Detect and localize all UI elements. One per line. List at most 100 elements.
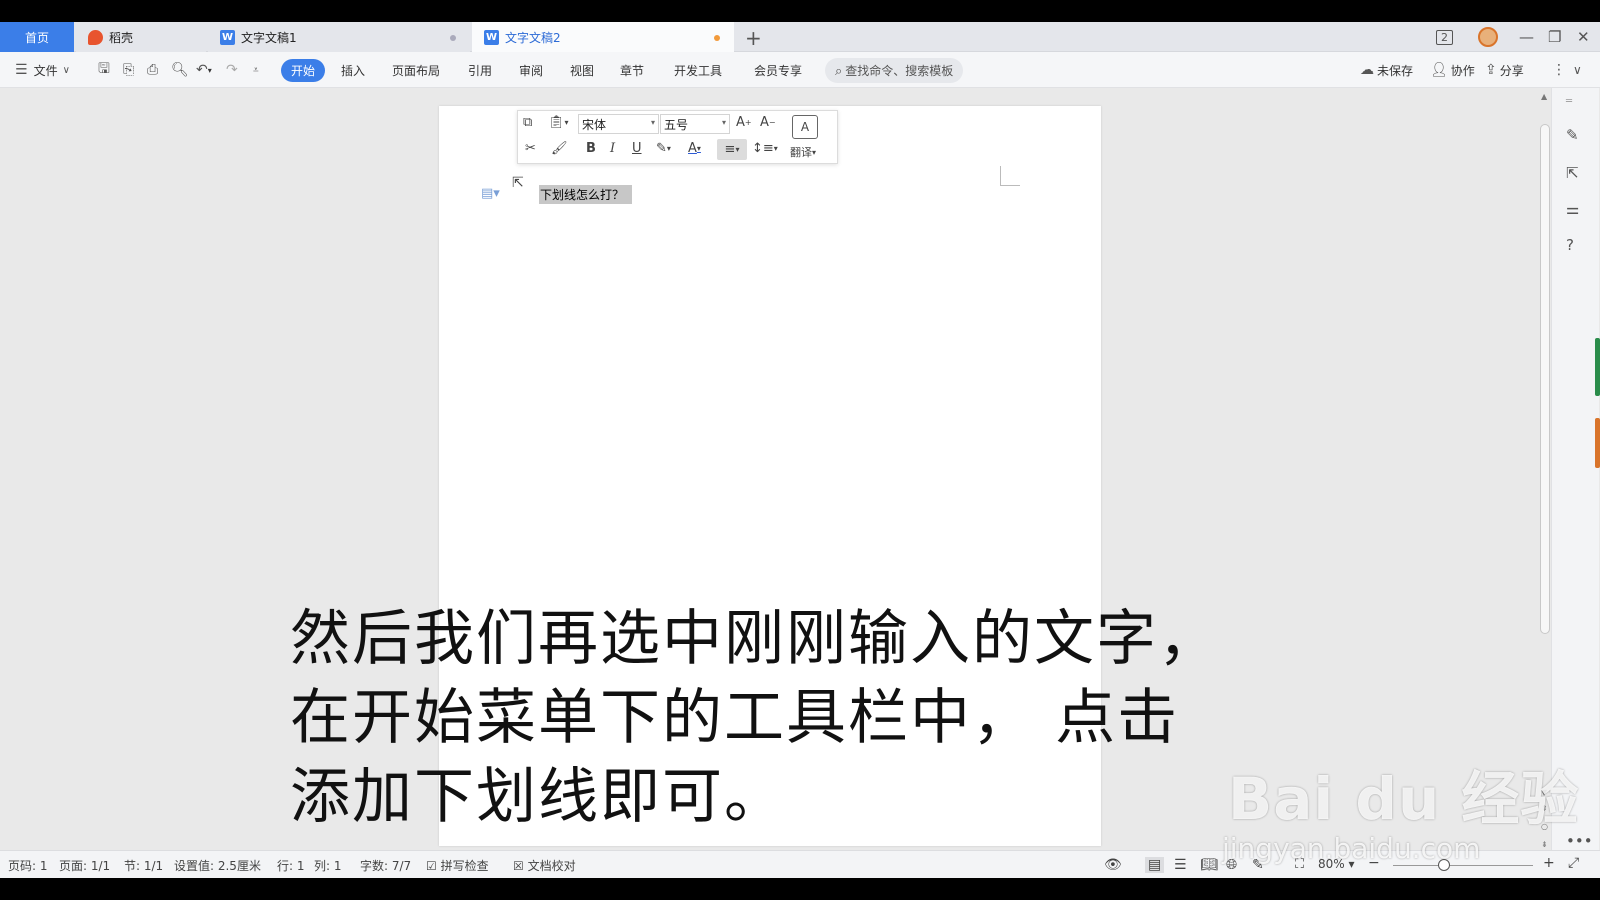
selected-text[interactable]: 下划线怎么打？ xyxy=(539,185,633,204)
status-col[interactable]: 列: 1 xyxy=(314,857,342,874)
status-setting[interactable]: 设置值: 2.5厘米 xyxy=(174,857,261,874)
command-search[interactable]: ⌕ 查找命令、搜索模板 xyxy=(825,52,964,88)
translate-label: 翻译 xyxy=(790,146,812,159)
floating-format-toolbar: ⧉ 📋︎ ▾ 宋体 ▾ 五号 ▾ A + A − A ✂ 🖌︎ B I U ✎ ▾ A ▾ ≡… xyxy=(517,110,838,164)
paste-icon[interactable]: 📋︎ ▾ xyxy=(548,115,569,130)
select-cursor-icon[interactable]: ⇱ xyxy=(1566,164,1579,182)
tab-insert[interactable]: 插入 xyxy=(341,52,365,88)
format-brush-icon[interactable]: 🖌︎ xyxy=(551,141,568,156)
close-icon[interactable]: ✕ xyxy=(1577,22,1590,52)
tutorial-caption: 然后我们再选中刚刚输入的文字， 在开始菜单下的工具栏中， 点击 添加下划线即可。 xyxy=(290,600,1270,837)
window-count: 2 xyxy=(1436,29,1453,45)
tab-doc2[interactable]: W 文字文稿2 xyxy=(472,22,734,52)
print-preview-icon[interactable]: 🔍︎ xyxy=(171,52,189,88)
tab-close-icon[interactable] xyxy=(450,35,456,41)
tab-view[interactable]: 视图 xyxy=(570,52,594,88)
translate-icon[interactable]: A xyxy=(792,115,818,139)
customize-icon[interactable]: ⩡ xyxy=(253,52,259,88)
bold-icon[interactable]: B xyxy=(586,141,596,156)
tab-member-label: 会员专享 xyxy=(754,63,803,78)
font-size-select[interactable]: 五号 ▾ xyxy=(660,114,730,134)
font-family-select[interactable]: 宋体 ▾ xyxy=(578,114,659,134)
scroll-thumb[interactable] xyxy=(1540,124,1550,634)
format-painter-icon[interactable]: ⎘ xyxy=(123,52,134,88)
share-label: 分享 xyxy=(1499,63,1524,78)
side-indicator-orange xyxy=(1595,418,1600,468)
copy-icon[interactable]: ⧉ xyxy=(523,115,532,130)
reading-view-icon[interactable]: 📖︎ xyxy=(1200,857,1218,873)
tab-home[interactable]: 首页 xyxy=(0,22,74,52)
italic-icon[interactable]: I xyxy=(610,141,615,156)
minimize-icon[interactable]: — xyxy=(1519,22,1534,52)
status-words[interactable]: 字数: 7/7 xyxy=(360,857,411,874)
caption-line-3: 添加下划线即可。 xyxy=(290,762,786,832)
status-section[interactable]: 节: 1/1 xyxy=(124,857,163,874)
wps-writer-icon: W xyxy=(484,29,499,45)
collab-label: 协作 xyxy=(1450,63,1475,78)
avatar[interactable] xyxy=(1478,22,1498,52)
outline-view-icon[interactable]: ☰ xyxy=(1174,857,1187,873)
restore-icon[interactable]: ❐ xyxy=(1548,22,1561,52)
unsaved-label: 未保存 xyxy=(1377,63,1414,78)
underline-icon[interactable]: U xyxy=(632,141,642,156)
search-icon: ⌕ xyxy=(835,63,843,79)
collab-button[interactable]: 👤︎ 协作 xyxy=(1430,52,1475,88)
more-icon[interactable]: ⋮ xyxy=(1552,52,1566,88)
spell-check-button[interactable]: ☑ 拼写检查 xyxy=(426,857,489,874)
tab-review-label: 审阅 xyxy=(519,63,544,78)
redo-icon[interactable]: ↷ xyxy=(226,52,238,88)
tab-reference-label: 引用 xyxy=(468,63,493,78)
tab-review[interactable]: 审阅 xyxy=(519,52,543,88)
line-spacing-icon[interactable]: ↕≡ ▾ xyxy=(752,141,778,156)
tab-chapter[interactable]: 章节 xyxy=(620,52,644,88)
help-icon[interactable]: ? xyxy=(1566,236,1574,254)
tab-doc2-label: 文字文稿2 xyxy=(505,30,561,45)
proof-icon: ☒ xyxy=(513,859,524,873)
side-indicator-green xyxy=(1595,338,1600,396)
status-page-no[interactable]: 页码: 1 xyxy=(8,857,48,874)
font-family-value: 宋体 xyxy=(582,117,607,132)
status-pages[interactable]: 页面: 1/1 xyxy=(59,857,110,874)
highlight-icon[interactable]: ✎ ▾ xyxy=(656,141,671,156)
file-menu[interactable]: ☰ 文件 ∨ xyxy=(15,52,70,88)
status-row[interactable]: 行: 1 xyxy=(277,857,305,874)
paragraph-layout-icon[interactable]: ▤▾ xyxy=(481,186,500,201)
align-icon[interactable]: ≡ ▾ xyxy=(717,139,747,160)
tab-view-label: 视图 xyxy=(570,63,595,78)
tab-layout[interactable]: 页面布局 xyxy=(392,52,440,88)
translate-button[interactable]: 翻译 ▾ xyxy=(790,144,816,160)
tab-start[interactable]: 开始 xyxy=(281,52,326,88)
window-switch-button[interactable]: 2 xyxy=(1436,22,1453,52)
drag-handle-icon[interactable]: ═ xyxy=(1566,96,1572,107)
cut-icon[interactable]: ✂ xyxy=(525,141,536,156)
unsaved-button[interactable]: ☁ 未保存 xyxy=(1360,52,1413,88)
tab-devtools-label: 开发工具 xyxy=(674,63,723,78)
user-icon: 👤︎ xyxy=(1430,62,1448,78)
eye-protection-icon[interactable]: 👁︎ xyxy=(1104,857,1122,873)
adjust-sliders-icon[interactable]: ⚌ xyxy=(1566,200,1579,218)
tab-daoke[interactable]: 稻壳 xyxy=(76,22,206,52)
scroll-up-icon[interactable]: ▲ xyxy=(1541,92,1547,101)
zoom-slider[interactable] xyxy=(1393,865,1533,866)
wps-window: 首页 稻壳 W 文字文稿1 W 文字文稿2 + 2 — ❐ ✕ ☰ 文件 ∨ 🖫… xyxy=(0,22,1600,878)
tab-devtools[interactable]: 开发工具 xyxy=(674,52,722,88)
tab-reference[interactable]: 引用 xyxy=(468,52,492,88)
share-button[interactable]: ⇪ 分享 xyxy=(1485,52,1524,88)
new-tab-button[interactable]: + xyxy=(745,26,762,50)
edit-pen-icon[interactable]: ✎ xyxy=(1566,126,1579,144)
checkbox-icon: ☑ xyxy=(426,859,437,873)
print-icon[interactable]: ⎙ xyxy=(147,52,158,88)
unsaved-dot-icon[interactable] xyxy=(714,35,720,41)
save-icon[interactable]: 🖫 xyxy=(98,52,110,88)
shrink-font-icon[interactable]: A − xyxy=(760,115,776,130)
collapse-ribbon-icon[interactable]: ∨ xyxy=(1573,52,1582,88)
page-view-icon[interactable]: ▤ xyxy=(1145,857,1165,873)
doc-proof-button[interactable]: ☒ 文档校对 xyxy=(513,857,576,874)
caption-line-2: 在开始菜单下的工具栏中， 点击 xyxy=(290,683,1180,753)
grow-font-icon[interactable]: A + xyxy=(736,115,752,130)
margin-corner-mark xyxy=(1000,166,1020,186)
tab-member[interactable]: 会员专享 xyxy=(754,52,802,88)
font-color-icon[interactable]: A ▾ xyxy=(688,141,701,156)
undo-icon[interactable]: ↶ ▾ xyxy=(196,52,212,88)
tab-doc1[interactable]: W 文字文稿1 xyxy=(208,22,470,52)
